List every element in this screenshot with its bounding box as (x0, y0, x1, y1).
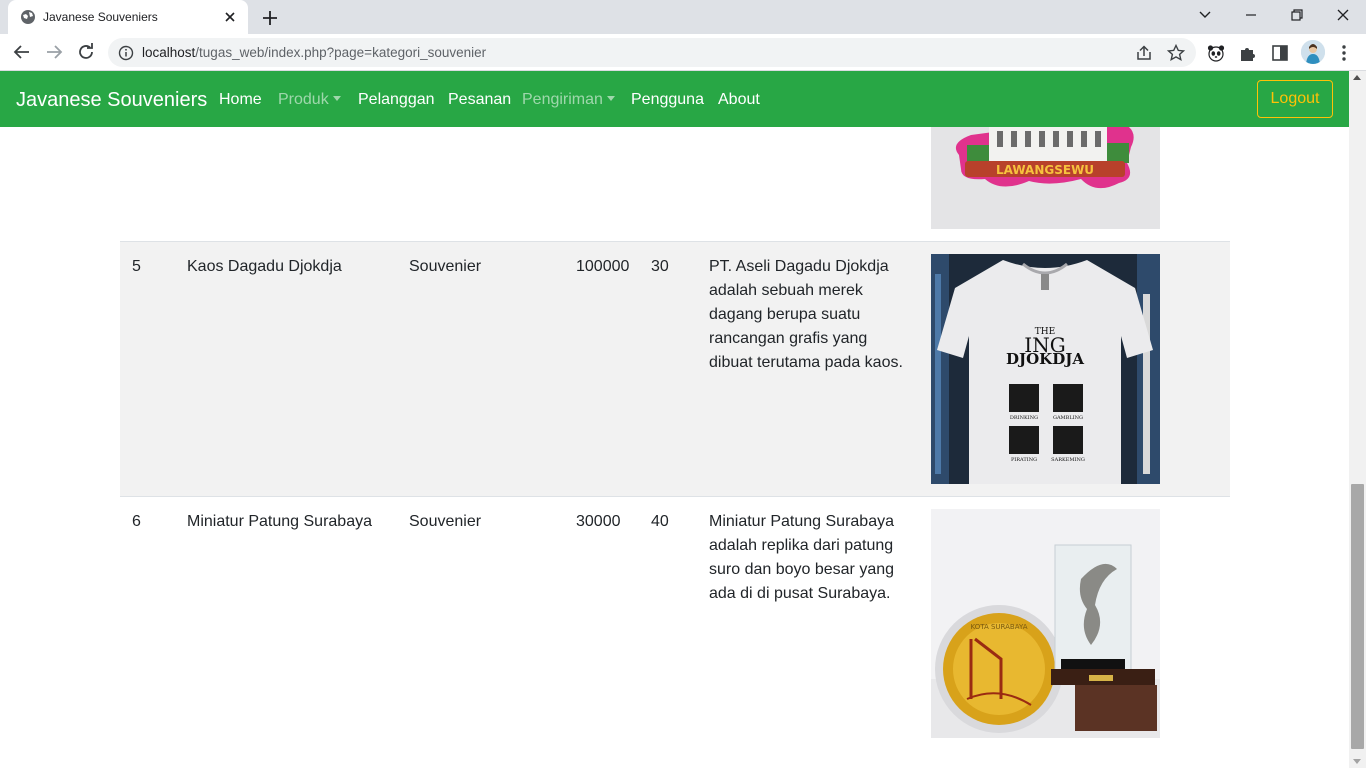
arrow-right-icon (47, 45, 63, 59)
nav-about[interactable]: About (718, 90, 760, 110)
nav-pengiriman[interactable]: Pengiriman (522, 90, 615, 110)
caret-down-icon (332, 96, 341, 101)
shirt-text-pirating: PIRATING (1011, 457, 1037, 463)
url-text[interactable]: localhost/tugas_web/index.php?page=kateg… (142, 45, 486, 61)
url-host: localhost (142, 45, 196, 60)
shirt-text-drinking: DRINKING (1010, 415, 1038, 421)
cell-price: 100000 (576, 258, 630, 275)
page-viewport: Javanese Souveniers Home Produk Pelangga… (0, 71, 1349, 768)
scroll-down-icon[interactable] (1353, 759, 1361, 764)
side-panel-icon[interactable] (1270, 43, 1290, 63)
nav-pesanan[interactable]: Pesanan (448, 90, 511, 110)
arrow-left-icon (13, 45, 29, 59)
cell-description: PT. Aseli Dagadu Djokdja adalah sebuah m… (709, 258, 903, 371)
cell-category: Souvenier (409, 513, 482, 530)
profile-avatar[interactable] (1301, 40, 1325, 64)
product-image-kaos-dagadu: THE ING DJOKDJA DRINKING GAMBLING PIRATI… (931, 254, 1160, 484)
info-icon[interactable] (118, 45, 134, 61)
table-row: 6 Miniatur Patung Surabaya Souvenier 300… (120, 497, 1230, 757)
new-tab-icon[interactable] (259, 7, 281, 29)
restore-button[interactable] (1274, 0, 1320, 30)
chevron-down-icon (1199, 11, 1211, 18)
tab-search-button[interactable] (1182, 0, 1228, 30)
star-icon[interactable] (1166, 43, 1186, 63)
navbar: Javanese Souveniers Home Produk Pelangga… (0, 71, 1349, 127)
minimize-icon (1246, 14, 1256, 16)
scroll-thumb[interactable] (1351, 484, 1364, 749)
nav-produk[interactable]: Produk (278, 90, 341, 110)
navbar-brand[interactable]: Javanese Souveniers (16, 88, 207, 112)
cell-price: 30000 (576, 513, 621, 530)
close-icon (1337, 9, 1349, 21)
cell-category: Souvenier (409, 258, 482, 275)
avatar-image (1301, 40, 1325, 64)
puzzle-icon[interactable] (1238, 43, 1258, 63)
cell-name: Miniatur Patung Surabaya (187, 513, 372, 530)
cell-stock: 40 (651, 513, 669, 530)
shirt-text-gambling: GAMBLING (1053, 415, 1083, 421)
cell-name: Kaos Dagadu Djokdja (187, 258, 342, 275)
minimize-button[interactable] (1228, 0, 1274, 30)
share-icon[interactable] (1134, 43, 1154, 63)
forward-button[interactable] (42, 40, 66, 64)
logout-button[interactable]: Logout (1257, 80, 1333, 118)
page-scrollbar[interactable] (1349, 71, 1366, 768)
globe-icon (21, 10, 35, 24)
reload-icon (79, 43, 93, 59)
shirt-text-djokdja: DJOKDJA (1006, 350, 1084, 368)
nav-pelanggan[interactable]: Pelanggan (358, 90, 435, 110)
shirt-text-sarkeming: SARKEMING (1051, 457, 1085, 463)
tab-title: Javanese Souveniers (43, 10, 158, 24)
cell-no: 5 (132, 258, 141, 275)
cell-no: 6 (132, 513, 141, 530)
nav-pengiriman-label: Pengiriman (522, 91, 603, 108)
restore-icon (1291, 9, 1303, 21)
nav-produk-label: Produk (278, 91, 329, 108)
browser-toolbar: localhost/tugas_web/index.php?page=kateg… (0, 34, 1366, 71)
lawangsewu-text: LAWANGSEWU (996, 163, 1094, 177)
kebab-menu-icon[interactable] (1334, 43, 1354, 63)
address-bar[interactable]: localhost/tugas_web/index.php?page=kateg… (108, 38, 1196, 67)
browser-tabstrip: Javanese Souveniers (0, 0, 1366, 34)
nav-pengguna[interactable]: Pengguna (631, 90, 704, 110)
nav-home[interactable]: Home (219, 90, 262, 110)
back-button[interactable] (10, 40, 34, 64)
table-row: 5 Kaos Dagadu Djokdja Souvenier 100000 3… (120, 242, 1230, 497)
caret-down-icon (606, 96, 615, 101)
url-path: /tugas_web/index.php?page=kategori_souve… (195, 45, 487, 60)
coin-text: KOTA SURABAYA (971, 623, 1028, 631)
cell-description: Miniatur Patung Surabaya adalah replika … (709, 513, 895, 602)
window-close-button[interactable] (1320, 0, 1366, 30)
reload-button[interactable] (74, 40, 98, 64)
scroll-up-icon[interactable] (1353, 75, 1361, 80)
cell-stock: 30 (651, 258, 669, 275)
panda-extension-icon[interactable] (1206, 43, 1226, 63)
close-icon[interactable] (220, 7, 240, 27)
browser-tab[interactable]: Javanese Souveniers (8, 0, 248, 34)
product-image-patung-surabaya: KOTA SURABAYA (931, 509, 1160, 738)
